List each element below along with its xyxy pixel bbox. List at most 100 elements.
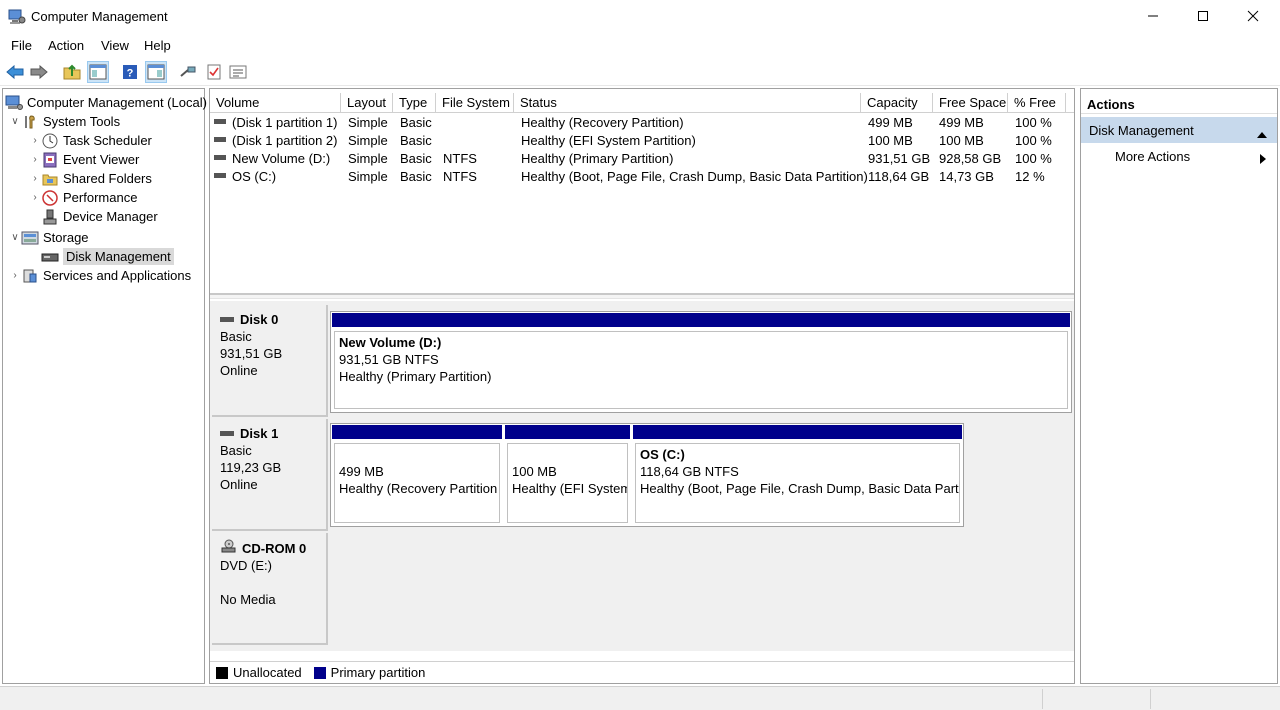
column-header-percent-free[interactable]: % Free xyxy=(1008,93,1066,113)
chevron-right-icon[interactable]: › xyxy=(29,173,41,184)
volume-icon xyxy=(214,137,226,142)
chevron-right-icon[interactable]: › xyxy=(29,154,41,165)
volume-list-header: Volume Layout Type File System Status Ca… xyxy=(210,93,1074,113)
actions-section-disk-management[interactable]: Disk Management xyxy=(1081,117,1277,143)
forward-button[interactable] xyxy=(28,61,50,83)
tree-services-and-applications[interactable]: › Services and Applications xyxy=(9,266,191,285)
column-header-type[interactable]: Type xyxy=(393,93,436,113)
partition-recovery[interactable]: 499 MB Healthy (Recovery Partition xyxy=(331,424,503,526)
column-header-capacity[interactable]: Capacity xyxy=(861,93,933,113)
table-row[interactable]: (Disk 1 partition 2) Simple Basic Health… xyxy=(210,132,1074,150)
status-divider xyxy=(1042,689,1043,709)
services-icon xyxy=(21,267,39,285)
legend: Unallocated Primary partition xyxy=(210,661,1074,683)
computer-icon xyxy=(5,94,23,112)
disk-0-partitions: New Volume (D:) 931,51 GB NTFS Healthy (… xyxy=(330,311,1072,413)
tree-system-tools[interactable]: ∨ System Tools xyxy=(9,112,120,131)
disk-graphical-view: Disk 0 Basic 931,51 GB Online New Volume… xyxy=(210,301,1074,651)
device-manager-icon xyxy=(41,208,59,226)
tree-storage[interactable]: ∨ Storage xyxy=(9,228,88,247)
toolbar: ? xyxy=(0,58,1280,86)
chevron-down-icon[interactable]: ∨ xyxy=(9,116,21,127)
back-button[interactable] xyxy=(4,61,26,83)
computer-management-icon xyxy=(8,8,26,26)
show-hide-action-pane-button[interactable] xyxy=(145,61,167,83)
menu-file[interactable]: File xyxy=(11,38,32,53)
storage-icon xyxy=(21,229,39,247)
chevron-right-icon[interactable]: › xyxy=(29,192,41,203)
tree-root[interactable]: Computer Management (Local) xyxy=(5,93,207,112)
shared-folder-icon xyxy=(41,170,59,188)
column-header-volume[interactable]: Volume xyxy=(210,93,341,113)
chevron-right-icon[interactable]: › xyxy=(29,135,41,146)
primary-partition-bar xyxy=(632,424,963,440)
cdrom-icon xyxy=(220,539,236,557)
partition-c[interactable]: OS (C:) 118,64 GB NTFS Healthy (Boot, Pa… xyxy=(632,424,963,526)
column-header-layout[interactable]: Layout xyxy=(341,93,393,113)
connect-icon[interactable] xyxy=(177,61,199,83)
disk-icon xyxy=(220,431,234,436)
unallocated-swatch xyxy=(216,666,228,679)
show-hide-console-tree-button[interactable] xyxy=(87,61,109,83)
legend-unallocated: Unallocated xyxy=(233,665,302,680)
minimize-button[interactable] xyxy=(1130,0,1176,32)
volume-icon xyxy=(214,155,226,160)
partition-d[interactable]: New Volume (D:) 931,51 GB NTFS Healthy (… xyxy=(331,312,1071,412)
disk-management-pane: Volume Layout Type File System Status Ca… xyxy=(209,88,1075,684)
volume-icon xyxy=(214,173,226,178)
disk-icon xyxy=(220,317,234,322)
svg-text:?: ? xyxy=(127,68,134,80)
maximize-button[interactable] xyxy=(1180,0,1226,32)
submenu-arrow-icon xyxy=(1260,152,1267,167)
window-title: Computer Management xyxy=(31,9,168,24)
disk-management-icon xyxy=(41,248,59,266)
legend-primary-partition: Primary partition xyxy=(330,665,426,680)
up-folder-button[interactable] xyxy=(61,61,83,83)
status-divider xyxy=(1150,689,1151,709)
primary-partition-bar xyxy=(331,312,1071,328)
tree-device-manager[interactable]: Device Manager xyxy=(29,207,158,226)
title-bar: Computer Management xyxy=(0,0,1280,34)
menu-bar: File Action View Help xyxy=(0,34,1280,58)
help-button[interactable]: ? xyxy=(119,61,141,83)
primary-partition-bar xyxy=(331,424,503,440)
tree-task-scheduler[interactable]: › Task Scheduler xyxy=(29,131,152,150)
actions-header: Actions xyxy=(1081,89,1277,114)
disk-0-label[interactable]: Disk 0 Basic 931,51 GB Online xyxy=(212,305,328,417)
tree-performance[interactable]: › Performance xyxy=(29,188,137,207)
chevron-down-icon[interactable]: ∨ xyxy=(9,232,21,243)
volume-icon xyxy=(214,119,226,124)
tree-event-viewer[interactable]: › Event Viewer xyxy=(29,150,139,169)
disk-1-partitions: 499 MB Healthy (Recovery Partition 100 M… xyxy=(330,423,964,527)
partition-efi[interactable]: 100 MB Healthy (EFI System xyxy=(504,424,631,526)
clock-icon xyxy=(41,132,59,150)
status-bar xyxy=(0,686,1280,710)
table-row[interactable]: (Disk 1 partition 1) Simple Basic Health… xyxy=(210,114,1074,132)
pane-splitter[interactable] xyxy=(210,293,1074,299)
table-row[interactable]: New Volume (D:) Simple Basic NTFS Health… xyxy=(210,150,1074,168)
disk-1-label[interactable]: Disk 1 Basic 119,23 GB Online xyxy=(212,419,328,531)
tree-disk-management[interactable]: Disk Management xyxy=(29,247,174,266)
cdrom-0-label[interactable]: CD-ROM 0 DVD (E:) No Media xyxy=(212,533,328,645)
menu-help[interactable]: Help xyxy=(144,38,171,53)
menu-action[interactable]: Action xyxy=(48,38,84,53)
column-header-free-space[interactable]: Free Space xyxy=(933,93,1008,113)
event-viewer-icon xyxy=(41,151,59,169)
primary-partition-bar xyxy=(504,424,631,440)
close-button[interactable] xyxy=(1230,0,1276,32)
primary-partition-swatch xyxy=(313,666,326,679)
tools-icon xyxy=(21,113,39,131)
actions-pane: Actions Disk Management More Actions xyxy=(1080,88,1278,684)
properties-checklist-icon[interactable] xyxy=(203,61,225,83)
collapse-up-icon[interactable] xyxy=(1257,126,1267,141)
column-header-status[interactable]: Status xyxy=(514,93,861,113)
more-actions[interactable]: More Actions xyxy=(1081,145,1277,169)
menu-view[interactable]: View xyxy=(101,38,129,53)
tree-shared-folders[interactable]: › Shared Folders xyxy=(29,169,152,188)
performance-icon xyxy=(41,189,59,207)
console-tree: Computer Management (Local) ∨ System Too… xyxy=(2,88,207,684)
list-view-icon[interactable] xyxy=(227,61,249,83)
chevron-right-icon[interactable]: › xyxy=(9,270,21,281)
column-header-file-system[interactable]: File System xyxy=(436,93,514,113)
table-row[interactable]: OS (C:) Simple Basic NTFS Healthy (Boot,… xyxy=(210,168,1074,186)
